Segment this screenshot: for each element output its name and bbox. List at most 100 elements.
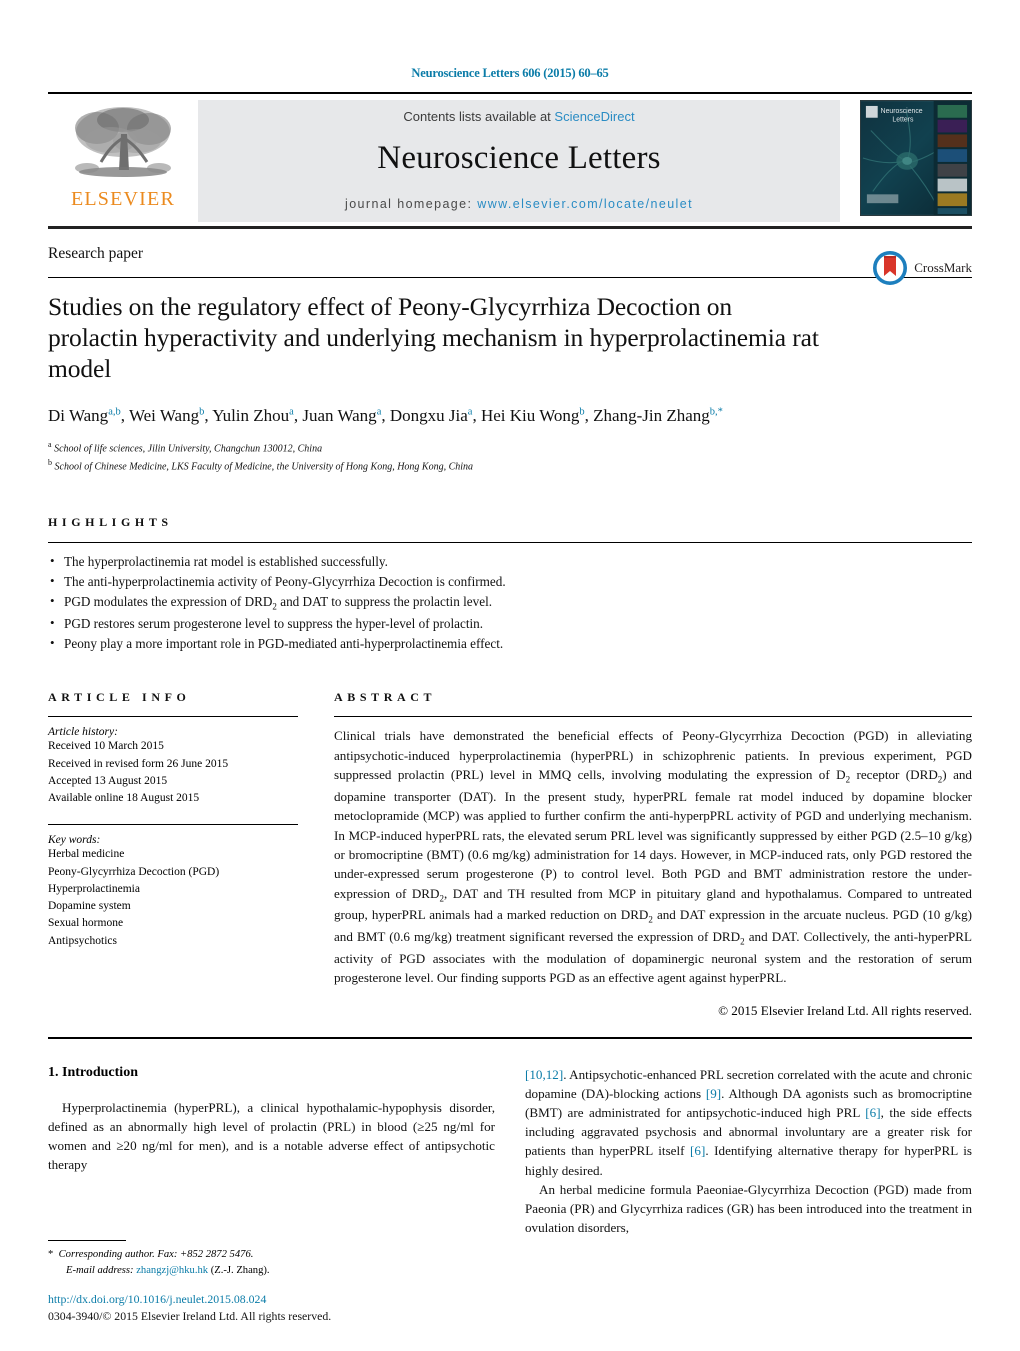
- header-rule: [48, 92, 972, 94]
- article-history-lines: Received 10 March 2015 Received in revise…: [48, 738, 298, 807]
- elsevier-wordmark: ELSEVIER: [70, 188, 176, 210]
- doi-link[interactable]: http://dx.doi.org/10.1016/j.neulet.2015.…: [48, 1291, 508, 1308]
- abstract-label: ABSTRACT: [334, 690, 437, 705]
- highlight-item: The anti-hyperprolactinemia activity of …: [48, 571, 972, 592]
- body-column-right: [10,12]. Antipsychotic-enhanced PRL secr…: [525, 1065, 972, 1238]
- affiliation-list: a School of life sciences, Jilin Univers…: [48, 439, 972, 475]
- journal-cover-image: Neuroscience Letters: [860, 100, 972, 216]
- footnote-rule: [48, 1240, 126, 1242]
- article-type-kicker: Research paper: [48, 245, 144, 262]
- article-history-line: Received 10 March 2015: [48, 740, 164, 753]
- corresponding-author-footnote: * Corresponding author. Fax: +852 2872 5…: [48, 1240, 490, 1279]
- highlight-item: PGD restores serum progesterone level to…: [48, 613, 972, 634]
- author-affiliation-marker: b: [579, 405, 585, 417]
- highlights-list: The hyperprolactinemia rat model is esta…: [48, 551, 972, 655]
- page-title: Studies on the regulatory effect of Peon…: [48, 292, 819, 383]
- author-name: Juan Wang: [302, 405, 377, 425]
- article-info-rule: [48, 716, 298, 718]
- author-affiliation-marker: a: [376, 405, 382, 417]
- author-affiliation-marker: b,*: [709, 405, 723, 417]
- author-name: Hei Kiu Wong: [480, 405, 580, 425]
- elsevier-logo[interactable]: ELSEVIER: [48, 100, 198, 222]
- article-info-label: ARTICLE INFO: [48, 690, 191, 705]
- svg-text:Neuroscience: Neuroscience: [881, 108, 923, 115]
- author-affiliation-marker: b: [199, 405, 205, 417]
- document-footer: http://dx.doi.org/10.1016/j.neulet.2015.…: [48, 1291, 508, 1325]
- sciencedirect-link[interactable]: ScienceDirect: [554, 109, 634, 124]
- author-affiliation-marker: a,b: [108, 405, 121, 417]
- highlights-rule: [48, 541, 972, 543]
- kicker-rule: [48, 277, 972, 278]
- homepage-prefix: journal homepage:: [345, 197, 478, 211]
- intro-paragraph-right-2: An herbal medicine formula Paeoniae-Glyc…: [525, 1181, 972, 1236]
- keywords-lines: Herbal medicine Peony-Glycyrrhiza Decocti…: [48, 846, 298, 950]
- issn-copyright-line: 0304-3940/© 2015 Elsevier Ireland Ltd. A…: [48, 1308, 332, 1323]
- author-name: Wei Wang: [128, 405, 200, 425]
- paper-page: Neuroscience Letters 606 (2015) 60–65 EL…: [0, 0, 1020, 1351]
- journal-cover-thumbnail[interactable]: Neuroscience Letters: [840, 100, 972, 222]
- author-name: Yulin Zhou: [212, 405, 290, 425]
- keywords-title: Key words:: [48, 834, 101, 847]
- highlight-item: The hyperprolactinemia rat model is esta…: [48, 551, 972, 572]
- author-name: Di Wang: [48, 405, 109, 425]
- homepage-link[interactable]: www.elsevier.com/locate/neulet: [477, 197, 693, 211]
- citation-ref[interactable]: [6]: [865, 1105, 880, 1120]
- crossmark-label: CrossMark: [914, 260, 972, 275]
- highlight-item: Peony play a more important role in PGD-…: [48, 633, 972, 654]
- author-affiliation-marker: a: [289, 405, 294, 417]
- author-name: Dongxu Jia: [389, 405, 468, 425]
- highlights-section: HIGHLIGHTS The hyperprolactinemia rat mo…: [48, 515, 972, 655]
- footnote-email-link[interactable]: zhangzj@hku.hk: [136, 1265, 208, 1276]
- body-column-left: 1. Introduction Hyperprolactinemia (hype…: [48, 1065, 495, 1238]
- article-header: Research paper CrossMark Studies on the …: [48, 229, 972, 475]
- intro-paragraph-right-1: [10,12]. Antipsychotic-enhanced PRL secr…: [525, 1066, 973, 1178]
- running-head: Neuroscience Letters 606 (2015) 60–65: [411, 66, 609, 80]
- keyword-item: Herbal medicine: [48, 848, 125, 861]
- journal-banner-center: Contents lists available at ScienceDirec…: [198, 100, 840, 222]
- keyword-item: Dopamine system: [48, 900, 131, 913]
- keyword-item: Peony-Glycyrrhiza Decoction (PGD): [48, 865, 220, 878]
- footnote-star: *: [48, 1249, 54, 1261]
- abstract-copyright: © 2015 Elsevier Ireland Ltd. All rights …: [718, 1002, 972, 1018]
- journal-title: Neuroscience Letters: [377, 140, 661, 176]
- article-history-line: Received in revised form 26 June 2015: [48, 757, 229, 770]
- crossmark-badge[interactable]: CrossMark: [873, 251, 972, 285]
- author-name: Zhang-Jin Zhang: [593, 405, 710, 425]
- citation-ref[interactable]: [6]: [690, 1143, 705, 1158]
- affiliation-line: a School of life sciences, Jilin Univers…: [48, 439, 323, 454]
- svg-text:Letters: Letters: [892, 117, 914, 124]
- keyword-item: Hyperprolactinemia: [48, 882, 140, 895]
- author-affiliation-marker: a: [467, 405, 473, 417]
- article-info-column: ARTICLE INFO Article history: Received 1…: [48, 690, 298, 1018]
- keywords-rule: [48, 824, 298, 826]
- footnote-corresponding-text: Corresponding author. Fax: +852 2872 547…: [58, 1249, 254, 1261]
- footnote-email-suffix: (Z.-J. Zhang).: [210, 1265, 270, 1277]
- article-history-line: Available online 18 August 2015: [48, 792, 200, 805]
- keyword-item: Antipsychotics: [48, 934, 117, 947]
- citation-ref[interactable]: [10,12]: [525, 1067, 563, 1082]
- intro-paragraph-left: Hyperprolactinemia (hyperPRL), a clinica…: [48, 1099, 495, 1173]
- author-list: Di Wanga,b, Wei Wangb, Yulin Zhoua, Juan…: [48, 405, 723, 425]
- article-history-title: Article history:: [48, 726, 118, 739]
- elsevier-tree-icon: [75, 107, 171, 177]
- abstract-text: Clinical trials have demonstrated the be…: [334, 728, 972, 986]
- info-abstract-block: ARTICLE INFO Article history: Received 1…: [48, 690, 972, 1018]
- footnote-email-line: E-mail address: zhangzj@hku.hk (Z.-J. Zh…: [48, 1263, 490, 1279]
- abstract-column: ABSTRACT Clinical trials have demonstrat…: [334, 690, 972, 1018]
- footnote-email-label: E-mail address:: [66, 1265, 134, 1277]
- body-top-rule: [48, 1036, 972, 1039]
- contents-line: Contents lists available at ScienceDirec…: [403, 109, 634, 124]
- contents-prefix: Contents lists available at: [403, 109, 555, 124]
- abstract-rule: [334, 716, 972, 718]
- keywords-block: Key words: Herbal medicine Peony-Glycyrrh…: [48, 824, 298, 950]
- section-heading-introduction: 1. Introduction: [48, 1064, 138, 1080]
- citation-ref[interactable]: [9]: [706, 1086, 721, 1101]
- highlights-label: HIGHLIGHTS: [48, 514, 173, 529]
- journal-homepage-line: journal homepage: www.elsevier.com/locat…: [345, 197, 693, 211]
- footnote-corresponding-line: * Corresponding author. Fax: +852 2872 5…: [48, 1247, 490, 1263]
- article-history-line: Accepted 13 August 2015: [48, 774, 168, 787]
- highlight-item: PGD modulates the expression of DRD2 and…: [48, 591, 972, 614]
- crossmark-icon: [873, 251, 908, 285]
- keyword-item: Sexual hormone: [48, 917, 124, 930]
- journal-banner: ELSEVIER Contents lists available at Sci…: [48, 100, 972, 222]
